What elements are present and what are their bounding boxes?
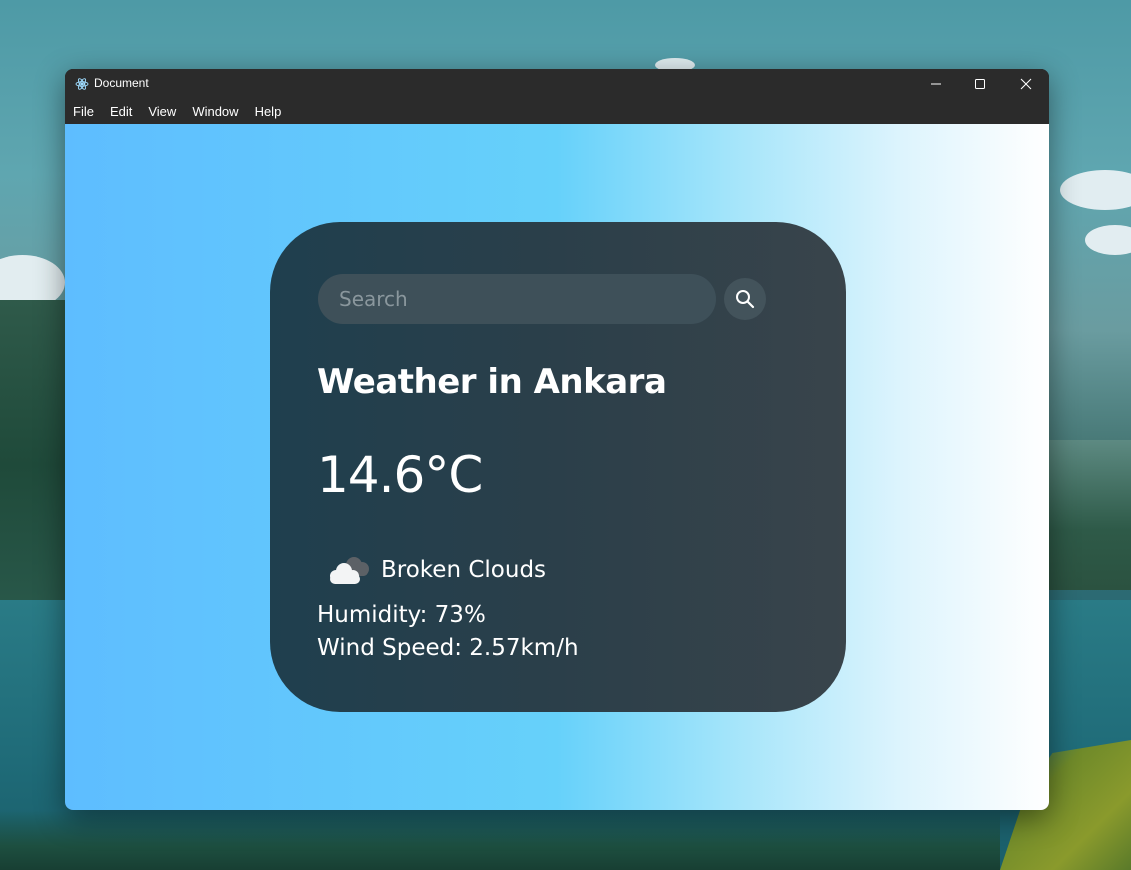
close-button[interactable] — [1003, 69, 1049, 99]
wind-speed-text: Wind Speed: 2.57km/h — [317, 635, 579, 661]
menu-window[interactable]: Window — [184, 99, 246, 124]
app-window: Document File Edit View Window Help Weat… — [65, 69, 1049, 810]
condition-row: Broken Clouds — [324, 550, 546, 590]
city-heading: Weather in Ankara — [317, 362, 667, 402]
app-icon — [75, 78, 89, 90]
title-bar[interactable]: Document — [65, 69, 1049, 99]
temperature: 14.6°C — [317, 446, 483, 504]
minimize-button[interactable] — [913, 69, 959, 99]
maximize-icon — [975, 79, 985, 89]
minimize-icon — [931, 83, 941, 85]
humidity-text: Humidity: 73% — [317, 602, 486, 628]
broken-clouds-icon — [330, 557, 369, 584]
menu-edit[interactable]: Edit — [102, 99, 140, 124]
search-button[interactable] — [724, 278, 766, 320]
menu-bar: File Edit View Window Help — [65, 99, 1049, 124]
search-input[interactable] — [318, 274, 716, 324]
menu-view[interactable]: View — [140, 99, 184, 124]
weather-card: Weather in Ankara 14.6°C — [270, 222, 846, 712]
menu-help[interactable]: Help — [247, 99, 290, 124]
search-icon — [736, 290, 755, 309]
window-title: Document — [94, 76, 149, 90]
maximize-button[interactable] — [957, 69, 1003, 99]
app-content: Weather in Ankara 14.6°C — [65, 124, 1049, 810]
menu-file[interactable]: File — [65, 99, 102, 124]
close-icon — [1020, 78, 1032, 90]
condition-text: Broken Clouds — [381, 557, 547, 583]
